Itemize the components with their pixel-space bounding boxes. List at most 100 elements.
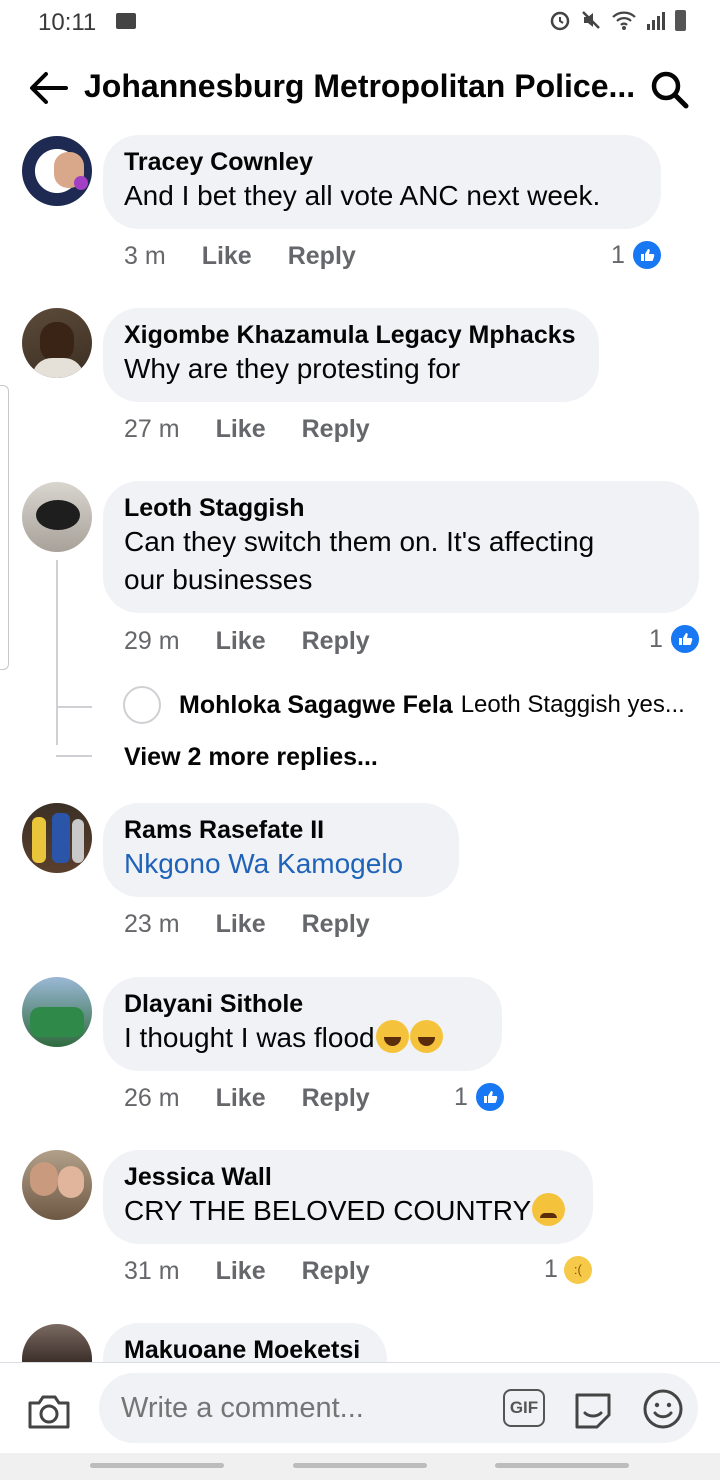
comment-time: 29 m (124, 627, 180, 655)
back-arrow-icon[interactable] (26, 68, 70, 108)
comment-author[interactable]: Rams Rasefate II (124, 815, 437, 845)
comment-author[interactable]: Tracey Cownley (124, 147, 639, 177)
avatar[interactable] (22, 1324, 92, 1362)
thumbs-up-icon (473, 1081, 506, 1113)
comment-author[interactable]: Leoth Staggish (124, 493, 677, 523)
comment-bubble: Jessica Wall CRY THE BELOVED COUNTRY (103, 1150, 593, 1244)
comment-text: And I bet they all vote ANC next week. (124, 180, 601, 211)
reply-button[interactable]: Reply (302, 910, 370, 939)
comment-time: 27 m (124, 415, 180, 443)
reply-avatar[interactable] (123, 686, 161, 724)
sad-reaction-icon: :( (563, 1255, 592, 1284)
thumbs-up-icon (668, 623, 701, 655)
comment-actions: 3 m Like Reply (124, 242, 356, 271)
signal-icon (647, 12, 665, 30)
comment-bubble: Rams Rasefate II Nkgono Wa Kamogelo (103, 803, 459, 897)
avatar[interactable] (22, 803, 92, 873)
like-button[interactable]: Like (216, 1084, 266, 1113)
reaction-number: 1 (611, 240, 625, 269)
scroll-indicator (0, 385, 9, 670)
comment-bubble: Leoth Staggish Can they switch them on. … (103, 481, 699, 613)
comment-actions: 23 m Like Reply (124, 910, 370, 939)
comment-time: 23 m (124, 910, 180, 938)
reply-button[interactable]: Reply (302, 1257, 370, 1286)
comment-text-row: CRY THE BELOVED COUNTRY (124, 1192, 571, 1230)
camera-icon[interactable] (26, 1391, 72, 1431)
folder-icon (116, 13, 136, 29)
thumbs-up-icon (630, 239, 663, 271)
comment-text-row: I thought I was flood (124, 1019, 480, 1057)
tagged-profile-link[interactable]: Nkgono Wa Kamogelo (124, 845, 437, 883)
like-button[interactable]: Like (202, 242, 252, 271)
comment-author[interactable]: Xigombe Khazamula Legacy Mphacks (124, 320, 577, 350)
reply-author[interactable]: Mohloka Sagagwe Fela (179, 691, 453, 720)
status-time: 10:11 (38, 9, 97, 36)
sticker-icon[interactable] (571, 1387, 615, 1431)
laughing-emoji-icon (409, 1020, 443, 1053)
comment-time: 26 m (124, 1084, 180, 1112)
like-button[interactable]: Like (216, 910, 266, 939)
search-icon[interactable] (648, 68, 692, 112)
thread-line (56, 560, 58, 745)
avatar[interactable] (22, 308, 92, 378)
comment-bubble: Makuoane Moeketsi (103, 1323, 387, 1362)
comment-time: 31 m (124, 1257, 180, 1285)
nav-home-button[interactable] (293, 1463, 427, 1468)
comment-bubble: Dlayani Sithole I thought I was flood (103, 977, 502, 1071)
comment-actions: 27 m Like Reply (124, 415, 370, 444)
view-more-replies-link[interactable]: View 2 more replies... (124, 743, 378, 772)
like-button[interactable]: Like (216, 627, 266, 656)
reaction-count[interactable]: 1 (454, 1081, 506, 1113)
comment-time: 3 m (124, 242, 166, 270)
reaction-number: 1 (544, 1255, 558, 1283)
avatar[interactable] (22, 977, 92, 1047)
gif-button[interactable]: GIF (503, 1389, 545, 1427)
mute-icon (582, 11, 600, 29)
comment-composer: GIF (0, 1362, 720, 1453)
system-navigation-bar (0, 1453, 720, 1480)
battery-icon (675, 9, 686, 31)
reply-button[interactable]: Reply (302, 415, 370, 444)
reply-button[interactable]: Reply (302, 1084, 370, 1113)
comment-author[interactable]: Makuoane Moeketsi (124, 1335, 365, 1362)
comment-actions: 26 m Like Reply (124, 1084, 370, 1113)
comment-bubble: Xigombe Khazamula Legacy Mphacks Why are… (103, 308, 599, 402)
avatar[interactable] (22, 1150, 92, 1220)
status-icons (549, 9, 686, 31)
page-title: Johannesburg Metropolitan Police... (84, 68, 636, 104)
thread-reply[interactable]: Mohloka Sagagwe Fela Leoth Staggish yes.… (123, 686, 685, 724)
reaction-number: 1 (649, 624, 663, 653)
comment-actions: 31 m Like Reply (124, 1257, 370, 1286)
nav-recents-button[interactable] (90, 1463, 224, 1468)
nav-back-button[interactable] (495, 1463, 629, 1468)
avatar[interactable] (22, 482, 92, 552)
reaction-count[interactable]: 1 (649, 623, 701, 655)
comment-actions: 29 m Like Reply (124, 627, 370, 656)
emoji-icon[interactable] (642, 1388, 684, 1430)
sad-emoji-icon (532, 1193, 566, 1226)
comment-text: I thought I was flood (124, 1022, 375, 1053)
reply-button[interactable]: Reply (302, 627, 370, 656)
thread-line (56, 755, 92, 757)
wifi-icon (612, 11, 636, 30)
comment-bubble: Tracey Cownley And I bet they all vote A… (103, 135, 661, 229)
laughing-emoji-icon (375, 1020, 409, 1053)
reaction-count[interactable]: 1 (611, 239, 663, 271)
avatar[interactable] (22, 136, 92, 206)
comment-text-line: Can they switch them on. It's affecting (124, 526, 595, 557)
reaction-count[interactable]: 1 :( (544, 1255, 592, 1284)
thread-line (56, 706, 92, 708)
reaction-number: 1 (454, 1082, 468, 1111)
reply-preview: Leoth Staggish yes... (460, 691, 685, 718)
reply-button[interactable]: Reply (288, 242, 356, 271)
comment-author[interactable]: Jessica Wall (124, 1162, 571, 1192)
comment-author[interactable]: Dlayani Sithole (124, 989, 480, 1019)
comment-text-line: our businesses (124, 564, 313, 595)
alarm-icon (550, 11, 570, 31)
comment-text: Why are they protesting for (124, 353, 461, 384)
status-bar: 10:11 (0, 0, 720, 44)
comment-text: CRY THE BELOVED COUNTRY (124, 1195, 532, 1226)
like-button[interactable]: Like (216, 1257, 266, 1286)
top-bar: Johannesburg Metropolitan Police... (0, 56, 720, 120)
like-button[interactable]: Like (216, 415, 266, 444)
